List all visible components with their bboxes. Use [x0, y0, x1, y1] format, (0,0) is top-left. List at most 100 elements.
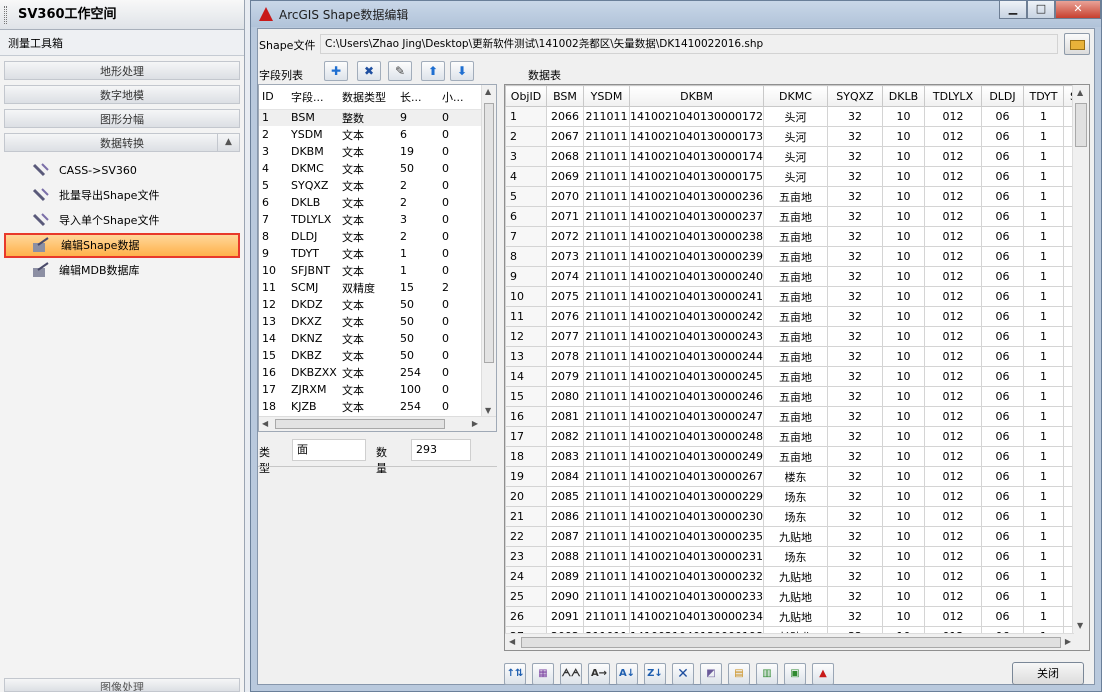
table-cell[interactable]: 06 — [980, 306, 1024, 327]
table-cell[interactable]: 1410021040130000237 — [629, 206, 764, 227]
scroll-up-icon[interactable]: ▲ — [1077, 88, 1083, 97]
category-data-convert[interactable]: 数据转换 ▲ — [4, 133, 240, 152]
sort-az-button[interactable]: A↓ — [616, 663, 638, 685]
table-cell[interactable]: 06 — [980, 246, 1024, 267]
delete-field-button[interactable]: ✖ — [357, 61, 381, 81]
table-cell[interactable]: 012 — [923, 246, 982, 267]
data-column-header[interactable]: YSDM — [583, 85, 630, 107]
scroll-left-icon[interactable]: ◀ — [509, 637, 515, 646]
table-cell[interactable]: 211011 — [583, 226, 630, 247]
table-row[interactable]: 1 2066 211011 1410021040130000172 头河 32 10 012 0… — [505, 106, 1084, 127]
type-field[interactable]: 面 — [292, 439, 366, 461]
table-cell[interactable]: 1 — [1022, 606, 1064, 627]
table-cell[interactable]: 012 — [923, 266, 982, 287]
table-cell[interactable]: 06 — [980, 466, 1024, 487]
table-cell[interactable]: 211011 — [583, 286, 630, 307]
table-cell[interactable]: 1 — [1022, 106, 1064, 127]
table-cell[interactable]: 1410021040130000232 — [629, 566, 764, 587]
table-row[interactable]: 24 2089 211011 1410021040130000232 九贴地 32 10 01… — [505, 566, 1084, 587]
table-view-button[interactable]: ▦ — [532, 663, 554, 685]
table-cell[interactable]: 五亩地 — [762, 446, 828, 467]
table-cell[interactable]: 10 — [881, 526, 925, 547]
table-cell[interactable]: 06 — [980, 126, 1024, 147]
table-cell[interactable]: 1 — [1022, 186, 1064, 207]
shape-file-path-field[interactable]: C:\Users\Zhao Jing\Desktop\更新软件测试\141002… — [320, 34, 1058, 54]
table-cell[interactable]: 10 — [881, 466, 925, 487]
field-row[interactable]: 18 KJZB 文本 254 0 — [259, 398, 483, 415]
table-cell[interactable]: 21 — [505, 506, 547, 527]
table-cell[interactable]: 2083 — [546, 446, 584, 467]
field-row[interactable]: 6 DKLB 文本 2 0 — [259, 194, 483, 211]
field-row[interactable]: 1 BSM 整数 9 0 — [259, 109, 483, 126]
field-column-header[interactable]: 小... — [439, 85, 483, 110]
table-cell[interactable]: 1410021040130000242 — [629, 306, 764, 327]
table-cell[interactable]: 10 — [881, 146, 925, 167]
table-cell[interactable]: 06 — [980, 406, 1024, 427]
field-row[interactable]: 17 ZJRXM 文本 100 0 — [259, 381, 483, 398]
table-cell[interactable]: 1410021040130000231 — [629, 546, 764, 567]
table-cell[interactable]: 24 — [505, 566, 547, 587]
scroll-down-icon[interactable]: ▼ — [485, 406, 491, 415]
table-row[interactable]: 21 2086 211011 1410021040130000230 场东 32 10 012… — [505, 506, 1084, 527]
table-cell[interactable]: 场东 — [762, 486, 828, 507]
table-cell[interactable]: 211011 — [583, 146, 630, 167]
data-column-header[interactable]: DKLB — [881, 85, 925, 107]
table-cell[interactable]: 32 — [826, 426, 883, 447]
table-cell[interactable]: 32 — [826, 366, 883, 387]
table-cell[interactable]: 九贴地 — [762, 606, 828, 627]
table-cell[interactable]: 211011 — [583, 486, 630, 507]
table-cell[interactable]: 1410021040130000248 — [629, 426, 764, 447]
table-cell[interactable]: 2073 — [546, 246, 584, 267]
table-cell[interactable]: 32 — [826, 506, 883, 527]
scroll-up-icon[interactable]: ▲ — [485, 87, 491, 96]
table-cell[interactable]: 17 — [505, 426, 547, 447]
delete-row-button[interactable]: ✕ — [672, 663, 694, 685]
table-cell[interactable]: 1 — [1022, 146, 1064, 167]
table-cell[interactable]: 211011 — [583, 186, 630, 207]
table-row[interactable]: 23 2088 211011 1410021040130000231 场东 32 10 012… — [505, 546, 1084, 567]
table-cell[interactable]: 10 — [881, 186, 925, 207]
table-cell[interactable]: 2069 — [546, 166, 584, 187]
table-cell[interactable]: 012 — [923, 426, 982, 447]
table-cell[interactable]: 012 — [923, 526, 982, 547]
tool-edit-mdb[interactable]: 编辑MDB数据库 — [4, 258, 240, 283]
table-cell[interactable]: 五亩地 — [762, 426, 828, 447]
table-cell[interactable]: 1410021040130000229 — [629, 486, 764, 507]
scroll-thumb[interactable] — [521, 637, 1061, 648]
table-cell[interactable]: 06 — [980, 446, 1024, 467]
table-cell[interactable]: 13 — [505, 346, 547, 367]
table-cell[interactable]: 1410021040130000244 — [629, 346, 764, 367]
table-row[interactable]: 19 2084 211011 1410021040130000267 楼东 32 10 012… — [505, 466, 1084, 487]
table-cell[interactable]: 19 — [505, 466, 547, 487]
browse-folder-button[interactable] — [1064, 33, 1090, 55]
sort-asc-button[interactable]: ↑⇅ — [504, 663, 526, 685]
table-cell[interactable]: 2071 — [546, 206, 584, 227]
table-cell[interactable]: 1410021040130000230 — [629, 506, 764, 527]
table-cell[interactable]: 7 — [505, 226, 547, 247]
table-cell[interactable]: 06 — [980, 266, 1024, 287]
table-cell[interactable]: 211011 — [583, 606, 630, 627]
table-cell[interactable]: 1410021040130000245 — [629, 366, 764, 387]
table-cell[interactable]: 012 — [923, 186, 982, 207]
table-cell[interactable]: 头河 — [762, 146, 828, 167]
table-cell[interactable]: 1410021040130000267 — [629, 466, 764, 487]
scroll-right-icon[interactable]: ▶ — [472, 419, 478, 428]
table-row[interactable]: 12 2077 211011 1410021040130000243 五亩地 32 10 01… — [505, 326, 1084, 347]
table-cell[interactable]: 头河 — [762, 126, 828, 147]
close-window-button[interactable]: ✕ — [1055, 1, 1101, 19]
table-cell[interactable]: 06 — [980, 226, 1024, 247]
table-cell[interactable]: 211011 — [583, 306, 630, 327]
table-cell[interactable]: 9 — [505, 266, 547, 287]
field-row[interactable]: 16 DKBZXX 文本 254 0 — [259, 364, 483, 381]
table-cell[interactable]: 2081 — [546, 406, 584, 427]
table-cell[interactable]: 10 — [881, 406, 925, 427]
minimize-button[interactable]: ▁ — [999, 1, 1027, 19]
table-cell[interactable]: 06 — [980, 146, 1024, 167]
table-cell[interactable]: 211011 — [583, 446, 630, 467]
table-row[interactable]: 11 2076 211011 1410021040130000242 五亩地 32 10 01… — [505, 306, 1084, 327]
table-cell[interactable]: 211011 — [583, 546, 630, 567]
tool-edit-shape[interactable]: 编辑Shape数据 — [4, 233, 240, 258]
table-cell[interactable]: 11 — [505, 306, 547, 327]
table-row[interactable]: 6 2071 211011 1410021040130000237 五亩地 32 10 012… — [505, 206, 1084, 227]
table-cell[interactable]: 1 — [1022, 386, 1064, 407]
